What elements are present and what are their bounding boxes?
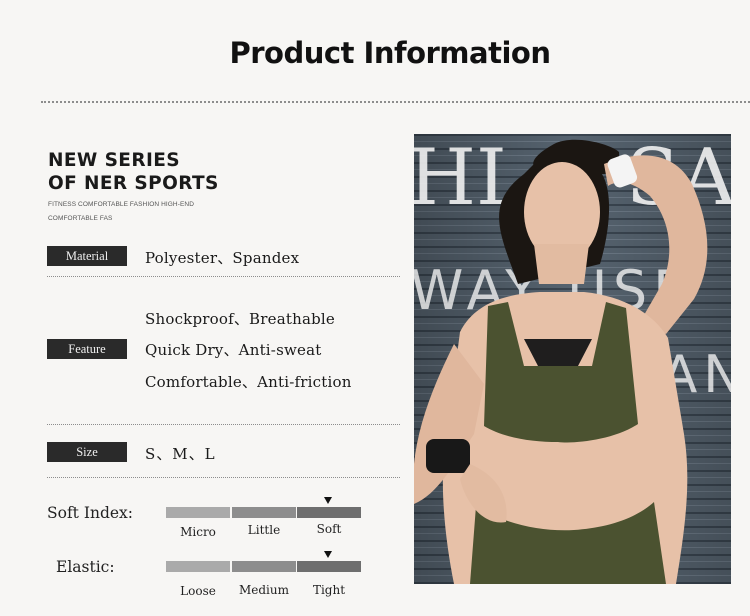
row-divider	[47, 424, 400, 425]
wristband-dark-icon	[426, 439, 470, 473]
feature-value-1: Shockproof、Breathable	[145, 310, 335, 328]
product-photo: HI & SA WAY USE STAN	[414, 134, 731, 584]
feature-value-2: Quick Dry、Anti-sweat	[145, 341, 322, 359]
feature-value-3: Comfortable、Anti-friction	[145, 373, 352, 391]
brand-line-1: NEW SERIES	[48, 150, 181, 171]
material-label: Material	[47, 246, 127, 266]
elastic-level-tight: Tight	[312, 583, 346, 597]
brand-subtitle: FITNESS COMFORTABLE FASHION HIGH-END COM…	[48, 201, 195, 222]
soft-index-bar-soft	[297, 507, 361, 518]
soft-index-level-little: Little	[247, 523, 281, 537]
title-divider	[41, 101, 750, 103]
soft-index-level-micro: Micro	[180, 525, 216, 539]
feature-label: Feature	[47, 339, 127, 359]
row-divider	[47, 276, 400, 277]
model-illustration: HI & SA WAY USE STAN	[414, 134, 731, 584]
elastic-bar-loose	[166, 561, 230, 572]
soft-index-bar-little	[232, 507, 296, 518]
brand-heading: NEW SERIES OF NER SPORTS	[48, 149, 219, 195]
elastic-level-loose: Loose	[180, 584, 216, 598]
elastic-bar-tight	[297, 561, 361, 572]
size-label: Size	[47, 442, 127, 462]
row-divider	[47, 477, 400, 478]
soft-index-level-soft: Soft	[316, 522, 342, 536]
size-value: S、M、L	[145, 445, 216, 463]
material-value: Polyester、Spandex	[145, 249, 300, 267]
soft-index-selected-marker	[324, 497, 332, 504]
elastic-selected-marker	[324, 551, 332, 558]
soft-index-bar-micro	[166, 507, 230, 518]
brand-line-2: OF NER SPORTS	[48, 173, 219, 194]
page-title: Product Information	[229, 36, 551, 70]
elastic-label: Elastic:	[56, 558, 115, 576]
elastic-bar-medium	[232, 561, 296, 572]
soft-index-label: Soft Index:	[47, 504, 134, 522]
elastic-level-medium: Medium	[238, 583, 289, 597]
